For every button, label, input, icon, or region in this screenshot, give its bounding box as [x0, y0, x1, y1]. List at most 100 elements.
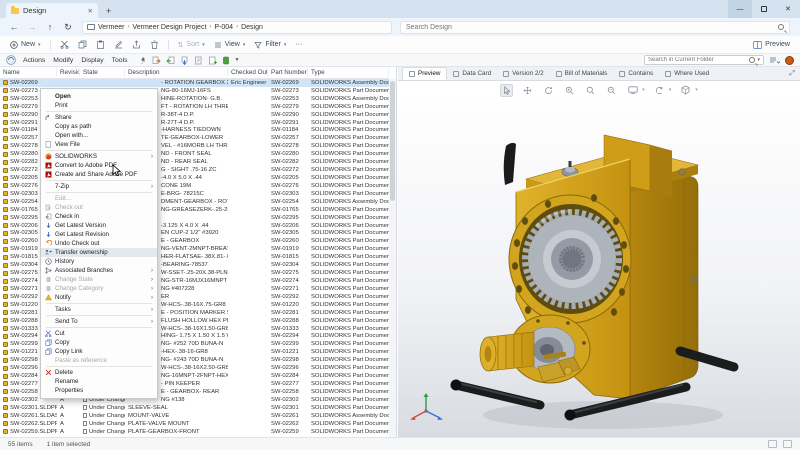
- share-button[interactable]: [132, 40, 141, 49]
- column-header[interactable]: Checked Out By: [228, 68, 268, 77]
- more-button[interactable]: ···: [295, 41, 302, 48]
- explorer-tab[interactable]: Design ✕: [6, 3, 98, 18]
- maximize-button[interactable]: [752, 0, 776, 18]
- forward-button[interactable]: →: [24, 20, 40, 34]
- column-header[interactable]: Name: [0, 68, 57, 77]
- cut-button[interactable]: [60, 40, 69, 49]
- user-avatar[interactable]: [785, 56, 794, 65]
- table-row[interactable]: SW-02261.SLDASMAUnder ChangeMOUNT-VALVES…: [0, 412, 389, 420]
- refresh-button[interactable]: ↻: [60, 20, 76, 34]
- view-button[interactable]: View▾: [214, 41, 246, 49]
- pdm-menu-display[interactable]: Display: [80, 57, 104, 64]
- column-header[interactable]: Description: [125, 68, 228, 77]
- column-header[interactable]: Part Number: [268, 68, 308, 77]
- new-tab-button[interactable]: +: [106, 6, 111, 18]
- pdm-menu-actions[interactable]: Actions: [22, 57, 46, 64]
- column-header[interactable]: Revisio...: [57, 68, 80, 77]
- get-latest-version-icon[interactable]: [180, 56, 189, 65]
- menu-item[interactable]: Print: [41, 101, 157, 110]
- menu-item[interactable]: Send To›: [41, 317, 157, 326]
- zoom-icon[interactable]: [563, 84, 576, 97]
- menu-item[interactable]: Get Latest Revision: [41, 230, 157, 239]
- pdm-search-box[interactable]: ▾: [644, 55, 764, 65]
- search-box[interactable]: [400, 21, 790, 34]
- table-row[interactable]: SW-02259.SLDPRTAUnder ChangePLATE-GEARBO…: [0, 428, 389, 436]
- rename-button[interactable]: [114, 40, 123, 49]
- view-file-icon[interactable]: [194, 56, 203, 65]
- dropdown-caret-icon[interactable]: ▾: [669, 87, 672, 93]
- minimize-button[interactable]: —: [728, 0, 752, 18]
- display-options-icon[interactable]: [769, 56, 780, 65]
- menu-item[interactable]: Rename: [41, 377, 157, 386]
- details-view-icon[interactable]: [768, 440, 777, 448]
- menu-item[interactable]: Open with...: [41, 131, 157, 140]
- select-arrow-icon[interactable]: [500, 84, 513, 97]
- pan-icon[interactable]: [521, 84, 534, 97]
- pdm-search-input[interactable]: [648, 57, 749, 63]
- menu-item[interactable]: Share: [41, 113, 157, 122]
- table-row[interactable]: SW-02262.SLDPRTAUnder ChangePLATE-VALVE …: [0, 420, 389, 428]
- breadcrumb[interactable]: Vermeer›Vermeer Design Project›P-004›Des…: [82, 21, 392, 34]
- pin-icon[interactable]: [139, 56, 147, 65]
- menu-item[interactable]: Copy Link: [41, 347, 157, 356]
- menu-item[interactable]: Transfer ownership: [41, 248, 157, 257]
- delete-button[interactable]: [150, 40, 159, 49]
- column-header[interactable]: Type: [308, 68, 389, 77]
- breadcrumb-item[interactable]: Design: [241, 24, 263, 31]
- menu-item[interactable]: Tasks›: [41, 305, 157, 314]
- vertical-scrollbar[interactable]: [389, 79, 396, 437]
- dropdown-caret-icon[interactable]: ▾: [642, 87, 645, 93]
- pdm-menu-modify[interactable]: Modify: [52, 57, 74, 64]
- menu-item[interactable]: Properties: [41, 386, 157, 395]
- up-button[interactable]: ↑: [42, 20, 58, 34]
- 3d-viewport[interactable]: [398, 99, 800, 437]
- new-document-icon[interactable]: [208, 56, 217, 65]
- menu-item[interactable]: Copy: [41, 338, 157, 347]
- close-button[interactable]: ✕: [776, 0, 800, 18]
- tab-data-card[interactable]: Data Card: [447, 67, 497, 80]
- check-in-icon[interactable]: [166, 56, 175, 65]
- tab-preview[interactable]: Preview: [402, 67, 447, 80]
- menu-item[interactable]: 7-Zip›: [41, 182, 157, 191]
- sort-button[interactable]: ⇅Sort▾: [178, 41, 205, 49]
- menu-item[interactable]: Notify›: [41, 293, 157, 302]
- scrollbar-thumb[interactable]: [390, 81, 395, 201]
- state-icon[interactable]: [222, 56, 230, 65]
- view-orientation-icon[interactable]: [679, 84, 692, 97]
- zoom-fit-icon[interactable]: [584, 84, 597, 97]
- tab-bill-of-materials[interactable]: Bill of Materials: [550, 67, 614, 80]
- menu-item[interactable]: SOLIDWORKS›: [41, 152, 157, 161]
- table-row[interactable]: SW-02269- ROTATION GEARBOX 24X40BEric En…: [0, 79, 389, 87]
- menu-item[interactable]: Associated Branches›: [41, 266, 157, 275]
- menu-item[interactable]: Delete: [41, 368, 157, 377]
- check-out-icon[interactable]: [152, 56, 161, 65]
- dropdown-caret-icon[interactable]: ▼: [235, 57, 240, 63]
- breadcrumb-item[interactable]: P-004: [214, 24, 233, 31]
- menu-item[interactable]: Convert to Adobe PDF: [41, 161, 157, 170]
- table-row[interactable]: SW-02301.SLDPRTAUnder ChangeSLEEVE-SEALS…: [0, 404, 389, 412]
- menu-item[interactable]: Get Latest Version: [41, 221, 157, 230]
- breadcrumb-item[interactable]: Vermeer: [98, 24, 124, 31]
- breadcrumb-item[interactable]: Vermeer Design Project: [132, 24, 206, 31]
- large-icons-view-icon[interactable]: [783, 440, 792, 448]
- tab-where-used[interactable]: Where Used: [659, 67, 715, 80]
- menu-item[interactable]: Open: [41, 92, 157, 101]
- tab-contains[interactable]: Contains: [613, 67, 659, 80]
- new-button[interactable]: New▾: [10, 41, 41, 49]
- dropdown-caret-icon[interactable]: ▾: [695, 87, 698, 93]
- display-style-icon[interactable]: [626, 84, 639, 97]
- menu-item[interactable]: Undo Check out: [41, 239, 157, 248]
- back-button[interactable]: ←: [6, 20, 22, 34]
- paste-button[interactable]: [96, 40, 105, 49]
- search-input[interactable]: [406, 24, 778, 31]
- column-header[interactable]: State: [80, 68, 125, 77]
- zoom-area-icon[interactable]: [605, 84, 618, 97]
- copy-button[interactable]: [78, 40, 87, 49]
- menu-item[interactable]: Check in: [41, 212, 157, 221]
- preview-toggle[interactable]: Preview: [753, 41, 790, 49]
- rotate-view-icon[interactable]: [653, 84, 666, 97]
- rotate-icon[interactable]: [542, 84, 555, 97]
- expand-icon[interactable]: ⤢: [789, 70, 795, 78]
- menu-item[interactable]: Cut: [41, 329, 157, 338]
- filter-button[interactable]: Filter▾: [254, 41, 286, 49]
